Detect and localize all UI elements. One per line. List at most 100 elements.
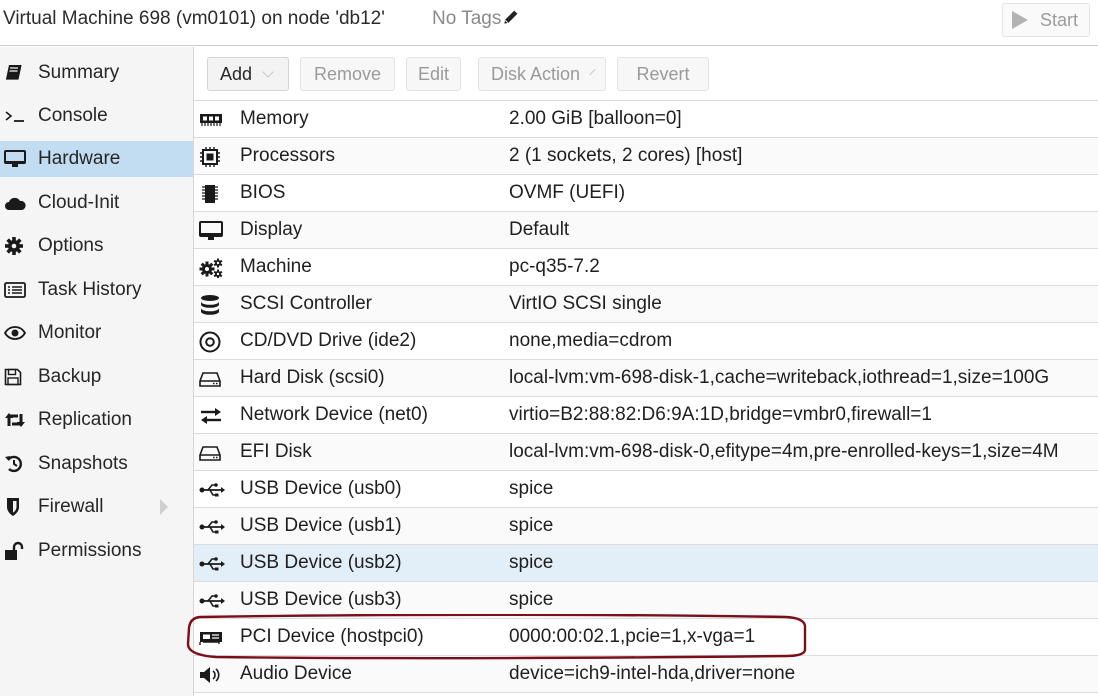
row-value: 2 (1 sockets, 2 cores) [host] — [509, 145, 743, 166]
hardware-row-cdrom[interactable]: CD/DVD Drive (ide2) none,media=cdrom — [194, 323, 1098, 360]
hardware-row-processors[interactable]: Processors 2 (1 sockets, 2 cores) [host] — [194, 138, 1098, 175]
hardware-row-efi-disk[interactable]: EFI Disk local-lvm:vm-698-disk-0,efitype… — [194, 434, 1098, 471]
sidebar-item-label: Options — [38, 235, 104, 256]
start-label: Start — [1040, 9, 1079, 30]
terminal-icon — [4, 106, 34, 126]
row-name: SCSI Controller — [240, 293, 372, 314]
sidebar-item-label: Backup — [38, 366, 102, 387]
edit-label: Edit — [417, 63, 450, 84]
hardware-row-bios[interactable]: BIOS OVMF (UEFI) — [194, 175, 1098, 212]
sidebar-item-summary[interactable]: Summary — [0, 55, 193, 91]
tags-editor[interactable]: No Tags — [432, 8, 519, 32]
sidebar-item-firewall[interactable]: Firewall — [0, 489, 193, 525]
row-name: BIOS — [240, 182, 286, 203]
database-icon — [199, 295, 225, 315]
usb-icon — [199, 517, 225, 537]
chevron-down-icon — [589, 68, 596, 75]
hardware-row-machine[interactable]: Machine pc-q35-7.2 — [194, 249, 1098, 286]
cloud-icon — [4, 193, 34, 213]
sidebar-item-monitor[interactable]: Monitor — [0, 315, 193, 351]
sidebar-item-label: Task History — [38, 279, 142, 300]
hardware-row-hard-disk[interactable]: Hard Disk (scsi0) local-lvm:vm-698-disk-… — [194, 360, 1098, 397]
row-name: Memory — [240, 108, 309, 129]
cpu-icon — [199, 147, 225, 167]
row-value: 0000:00:02.1,pcie=1,x-vga=1 — [509, 626, 756, 647]
sidebar-item-label: Summary — [38, 62, 120, 83]
desktop-icon — [4, 149, 34, 169]
row-value: spice — [509, 589, 554, 610]
hardware-row-usb3[interactable]: USB Device (usb3) spice — [194, 582, 1098, 619]
hardware-row-audio[interactable]: Audio Device device=ich9-intel-hda,drive… — [194, 656, 1098, 693]
sidebar-item-permissions[interactable]: Permissions — [0, 533, 193, 569]
microchip-icon — [199, 184, 225, 204]
monitor-icon — [199, 221, 225, 241]
pci-card-icon — [199, 628, 225, 648]
sidebar-item-options[interactable]: Options — [0, 228, 193, 264]
revert-label: Revert — [636, 63, 690, 84]
retweet-icon — [4, 410, 34, 430]
unlock-icon — [4, 541, 34, 561]
usb-icon — [199, 480, 225, 500]
sidebar-item-label: Hardware — [38, 148, 121, 169]
row-value: 2.00 GiB [balloon=0] — [509, 108, 682, 129]
usb-icon — [199, 554, 225, 574]
hardware-row-pci-device[interactable]: PCI Device (hostpci0) 0000:00:02.1,pcie=… — [194, 619, 1098, 656]
page-header: Virtual Machine 698 (vm0101) on node 'db… — [0, 0, 1098, 46]
hdd-icon — [199, 369, 225, 389]
pencil-icon[interactable] — [502, 9, 519, 32]
sidebar-item-label: Cloud-Init — [38, 192, 120, 213]
history-icon — [4, 454, 34, 474]
hardware-grid: Memory 2.00 GiB [balloon=0] Processors 2… — [194, 101, 1098, 693]
cogs-icon — [199, 258, 225, 278]
remove-button[interactable]: Remove — [300, 57, 395, 91]
exchange-icon — [199, 406, 225, 426]
row-name: Hard Disk (scsi0) — [240, 367, 385, 388]
row-value: pc-q35-7.2 — [509, 256, 600, 277]
revert-button[interactable]: Revert — [617, 57, 709, 91]
sidebar-item-label: Permissions — [38, 540, 142, 561]
chevron-down-icon — [262, 65, 274, 78]
row-name: CD/DVD Drive (ide2) — [240, 330, 417, 351]
sidebar-item-snapshots[interactable]: Snapshots — [0, 446, 193, 482]
row-name: USB Device (usb0) — [240, 478, 402, 499]
hardware-row-scsi-controller[interactable]: SCSI Controller VirtIO SCSI single — [194, 286, 1098, 323]
row-value: Default — [509, 219, 570, 240]
row-name: Display — [240, 219, 303, 240]
gear-icon — [4, 236, 34, 256]
row-value: local-lvm:vm-698-disk-0,efitype=4m,pre-e… — [509, 441, 1059, 462]
row-name: PCI Device (hostpci0) — [240, 626, 424, 647]
start-button[interactable]: Start — [1002, 3, 1090, 37]
hdd-icon — [199, 443, 225, 463]
vm-title: Virtual Machine 698 (vm0101) on node 'db… — [3, 8, 385, 29]
sidebar-item-task-history[interactable]: Task History — [0, 272, 193, 308]
hardware-row-network[interactable]: Network Device (net0) virtio=B2:88:82:D6… — [194, 397, 1098, 434]
row-value: spice — [509, 515, 554, 536]
sidebar: Summary Console Hardware Cloud-Init Opti… — [0, 47, 194, 696]
row-value: device=ich9-intel-hda,driver=none — [509, 663, 796, 684]
disk-action-label: Disk Action — [491, 63, 581, 84]
hardware-toolbar: Add Remove Edit Disk Action Revert — [194, 47, 1098, 101]
sidebar-item-label: Console — [38, 105, 108, 126]
hardware-row-usb1[interactable]: USB Device (usb1) spice — [194, 508, 1098, 545]
expand-arrow-icon[interactable] — [160, 499, 168, 515]
sidebar-item-console[interactable]: Console — [0, 98, 193, 134]
sidebar-item-backup[interactable]: Backup — [0, 359, 193, 395]
row-name: USB Device (usb3) — [240, 589, 402, 610]
row-value: spice — [509, 552, 554, 573]
row-name: Network Device (net0) — [240, 404, 428, 425]
hardware-row-usb2[interactable]: USB Device (usb2) spice — [194, 545, 1098, 582]
hardware-row-memory[interactable]: Memory 2.00 GiB [balloon=0] — [194, 101, 1098, 138]
row-name: USB Device (usb2) — [240, 552, 402, 573]
add-button[interactable]: Add — [207, 57, 289, 91]
hardware-row-usb0[interactable]: USB Device (usb0) spice — [194, 471, 1098, 508]
hardware-row-display[interactable]: Display Default — [194, 212, 1098, 249]
edit-button[interactable]: Edit — [406, 57, 461, 91]
row-value: OVMF (UEFI) — [509, 182, 626, 203]
memory-icon — [199, 110, 225, 130]
sidebar-item-hardware[interactable]: Hardware — [0, 141, 193, 177]
disk-action-button[interactable]: Disk Action — [478, 57, 606, 91]
remove-label: Remove — [313, 63, 382, 84]
sidebar-item-cloud-init[interactable]: Cloud-Init — [0, 185, 193, 221]
row-value: local-lvm:vm-698-disk-1,cache=writeback,… — [509, 367, 1050, 388]
sidebar-item-replication[interactable]: Replication — [0, 402, 193, 438]
